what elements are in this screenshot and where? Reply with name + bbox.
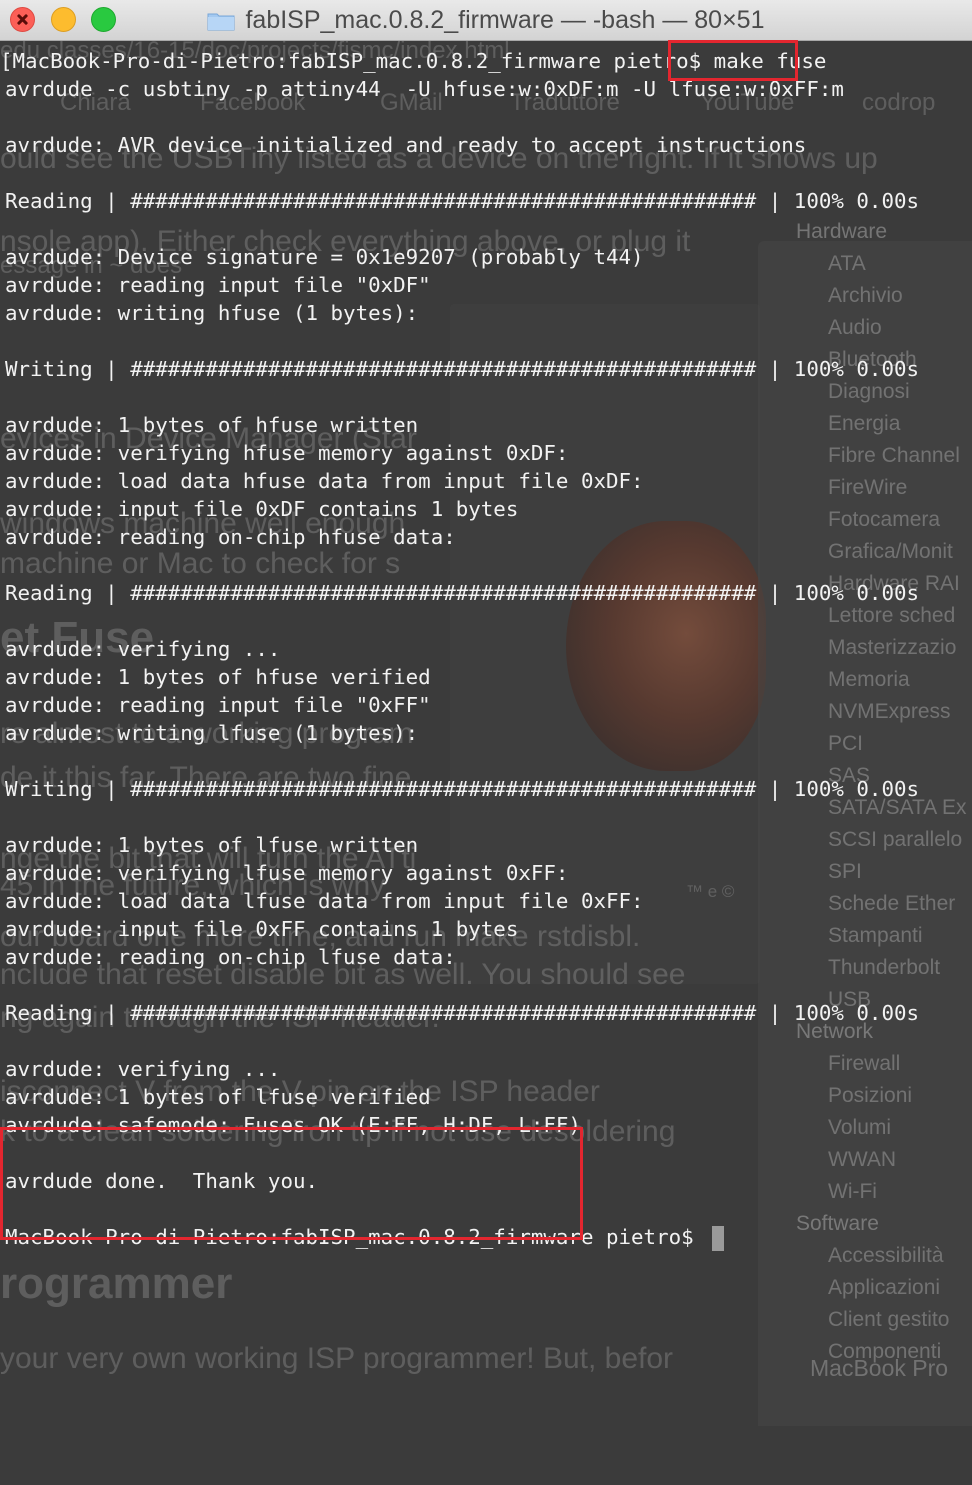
terminal-line: avrdude: 1 bytes of lfuse verified [5,1085,431,1109]
terminal-line: avrdude: input file 0xDF contains 1 byte… [5,497,519,521]
result-highlight-box [0,1127,583,1240]
terminal-line: Reading | ##############################… [5,1001,920,1025]
terminal-line: avrdude: 1 bytes of lfuse written [5,833,419,857]
terminal-line: avrdude: reading on-chip hfuse data: [5,525,456,549]
terminal-line: Reading | ##############################… [5,189,920,213]
title-bar[interactable]: fabISP_mac.0.8.2_firmware — -bash — 80×5… [0,0,972,41]
text-cursor [712,1225,725,1251]
terminal-line: avrdude: writing hfuse (1 bytes): [5,301,419,325]
terminal-line: avrdude: load data lfuse data from input… [5,889,644,913]
terminal-line: avrdude: verifying ... [5,1057,281,1081]
terminal-line: avrdude: Device signature = 0x1e9207 (pr… [5,245,644,269]
terminal-line: avrdude: load data hfuse data from input… [5,469,644,493]
terminal-line: Reading | ##############################… [5,581,920,605]
terminal-line: avrdude: 1 bytes of hfuse verified [5,665,431,689]
terminal-output[interactable]: [MacBook-Pro-di-Pietro:fabISP_mac.0.8.2_… [0,41,972,1485]
folder-icon [207,13,235,30]
command-highlight-box [668,40,798,81]
terminal-line: avrdude: verifying hfuse memory against … [5,441,569,465]
terminal-line: Writing | ##############################… [5,357,920,381]
terminal-line: avrdude: reading input file "0xFF" [5,693,431,717]
terminal-line: avrdude: input file 0xFF contains 1 byte… [5,917,519,941]
terminal-line: avrdude: 1 bytes of hfuse written [5,413,419,437]
window-title: fabISP_mac.0.8.2_firmware — -bash — 80×5… [245,6,765,34]
terminal-line: avrdude: verifying ... [5,637,281,661]
terminal-line: avrdude: reading on-chip lfuse data: [5,945,456,969]
terminal-line: Writing | ##############################… [5,777,920,801]
terminal-line: avrdude: reading input file "0xDF" [5,273,431,297]
terminal-line: avrdude: writing lfuse (1 bytes): [5,721,419,745]
terminal-line: avrdude: verifying lfuse memory against … [5,861,569,885]
terminal-line: avrdude: AVR device initialized and read… [5,133,807,157]
